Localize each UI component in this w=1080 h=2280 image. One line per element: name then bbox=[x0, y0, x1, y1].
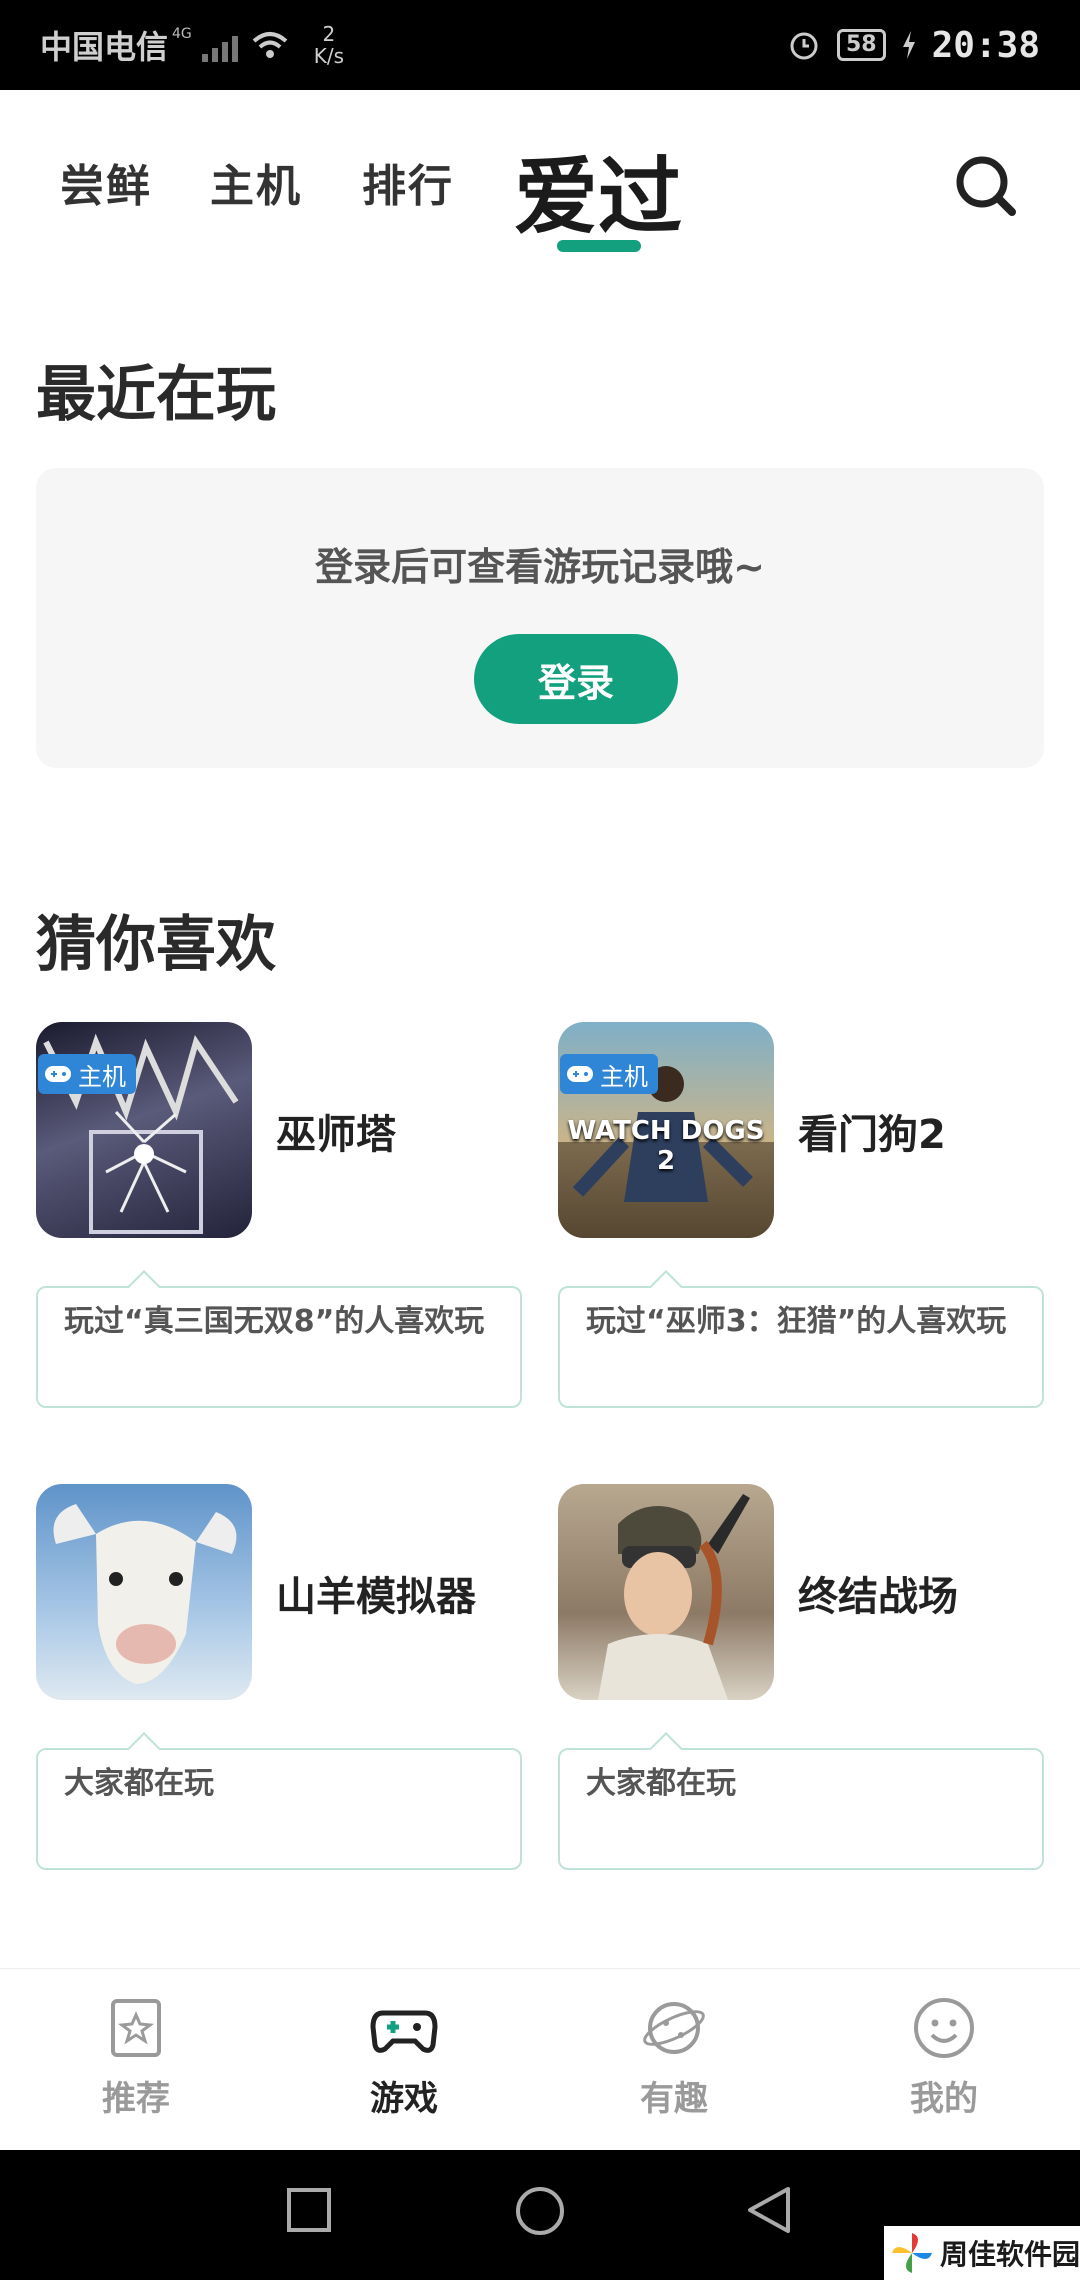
game-card[interactable]: 山羊模拟器 大家都在玩 bbox=[36, 1484, 526, 1874]
top-tab-bar: 尝鲜 主机 排行 爱过 bbox=[0, 90, 1080, 260]
recommend-reason: 大家都在玩 bbox=[558, 1748, 1044, 1870]
nav-me[interactable]: 我的 bbox=[844, 1993, 1044, 2120]
login-button[interactable]: 登录 bbox=[474, 634, 678, 724]
network-type: 4G bbox=[172, 26, 192, 42]
search-icon[interactable] bbox=[950, 150, 1020, 220]
game-cover: WATCH DOGS 2 主机 bbox=[558, 1022, 774, 1238]
recent-empty-card: 登录后可查看游玩记录哦~ 登录 bbox=[36, 468, 1044, 768]
planet-icon bbox=[643, 2002, 705, 2054]
bottom-nav: 推荐 游戏 有趣 我的 bbox=[0, 1968, 1080, 2150]
gamepad-badge-icon bbox=[567, 1066, 593, 1082]
smiley-icon bbox=[914, 1998, 974, 2058]
home-button-icon[interactable] bbox=[514, 2185, 566, 2237]
recommend-section-title: 猜你喜欢 bbox=[36, 910, 276, 980]
status-bar: 中国电信 4G 2 K/s 58 20:38 bbox=[0, 0, 1080, 90]
gamepad-icon bbox=[370, 2010, 438, 2053]
nav-fun[interactable]: 有趣 bbox=[574, 1993, 774, 2120]
signal-icon bbox=[201, 28, 238, 62]
net-speed: 2 K/s bbox=[313, 22, 345, 68]
recommend-reason: 玩过“巫师3：狂猎”的人喜欢玩 bbox=[558, 1286, 1044, 1408]
pinwheel-logo-icon bbox=[892, 2233, 932, 2273]
console-badge: 主机 bbox=[38, 1054, 136, 1094]
game-title[interactable]: 巫师塔 bbox=[276, 1102, 396, 1160]
game-title[interactable]: 山羊模拟器 bbox=[276, 1564, 476, 1622]
nav-recommend[interactable]: 推荐 bbox=[36, 1993, 236, 2120]
game-cover: 主机 bbox=[36, 1022, 252, 1238]
recommend-reason: 玩过“真三国无双8”的人喜欢玩 bbox=[36, 1286, 522, 1408]
gamepad-badge-icon bbox=[45, 1066, 71, 1082]
recommend-reason: 大家都在玩 bbox=[36, 1748, 522, 1870]
charging-icon bbox=[902, 31, 915, 59]
wifi-icon bbox=[252, 32, 288, 58]
game-title[interactable]: 看门狗2 bbox=[798, 1102, 946, 1160]
nav-label: 我的 bbox=[910, 2079, 978, 2119]
recent-login-hint: 登录后可查看游玩记录哦~ bbox=[315, 545, 765, 589]
cover-title: WATCH DOGS 2 bbox=[567, 1116, 765, 1176]
game-cover bbox=[36, 1484, 252, 1700]
watermark: 周佳软件园 bbox=[884, 2226, 1080, 2280]
back-button-icon[interactable] bbox=[744, 2185, 794, 2235]
console-badge: 主机 bbox=[560, 1054, 658, 1094]
recent-section-title: 最近在玩 bbox=[36, 360, 276, 430]
clock: 20:38 bbox=[931, 24, 1040, 66]
star-bookmark-icon bbox=[111, 1999, 161, 2057]
battery-level: 58 bbox=[837, 29, 886, 61]
active-tab-indicator bbox=[557, 240, 641, 252]
tab-aiguo[interactable]: 爱过 bbox=[514, 130, 682, 251]
game-cover bbox=[558, 1484, 774, 1700]
nav-label: 有趣 bbox=[640, 2079, 708, 2119]
nav-label: 推荐 bbox=[102, 2079, 170, 2119]
tab-ranking[interactable]: 排行 bbox=[362, 150, 454, 214]
nav-games[interactable]: 游戏 bbox=[304, 1993, 504, 2120]
tab-console[interactable]: 主机 bbox=[210, 150, 302, 214]
carrier-name: 中国电信 bbox=[40, 28, 169, 66]
alarm-icon bbox=[790, 32, 818, 60]
recents-button-icon[interactable] bbox=[284, 2185, 334, 2235]
nav-label: 游戏 bbox=[370, 2079, 438, 2119]
game-card[interactable]: 主机 巫师塔 玩过“真三国无双8”的人喜欢玩 bbox=[36, 1022, 526, 1412]
game-title[interactable]: 终结战场 bbox=[798, 1564, 958, 1622]
tab-changxian[interactable]: 尝鲜 bbox=[60, 150, 152, 214]
game-card[interactable]: 终结战场 大家都在玩 bbox=[558, 1484, 1048, 1874]
game-card[interactable]: WATCH DOGS 2 主机 看门狗2 玩过“巫师3：狂猎”的人喜欢玩 bbox=[558, 1022, 1048, 1412]
